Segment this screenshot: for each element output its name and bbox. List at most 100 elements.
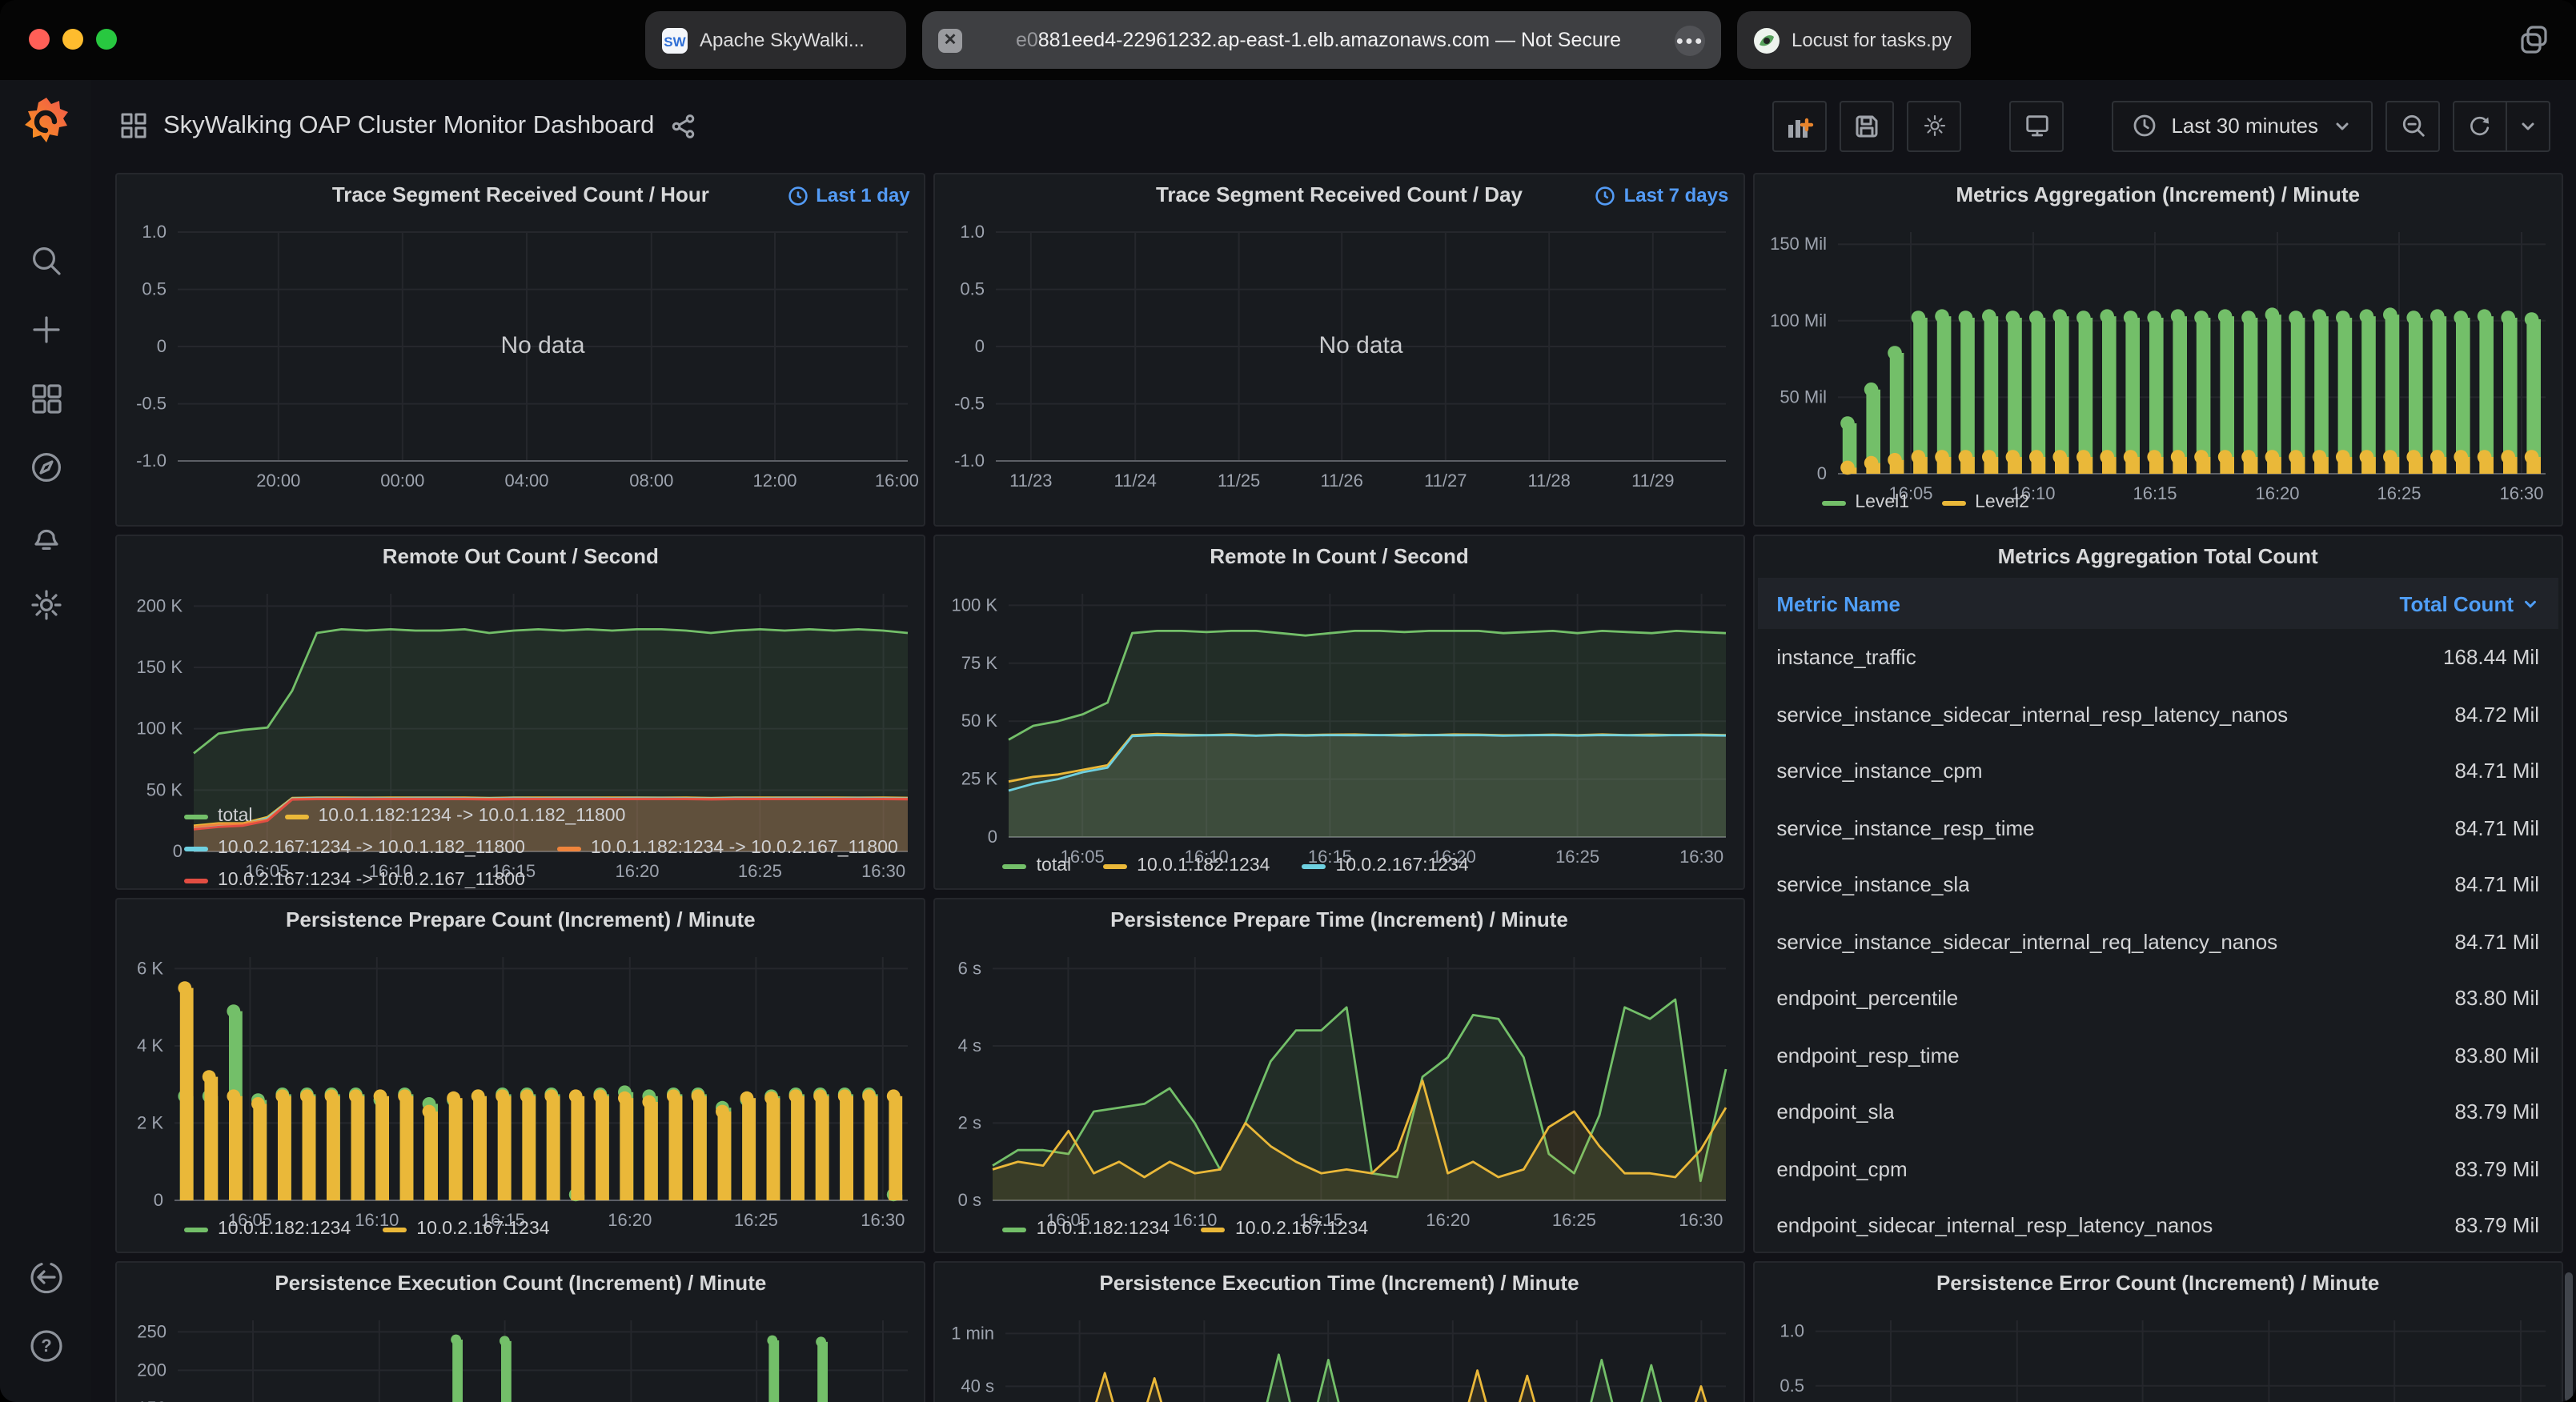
search-icon[interactable] <box>25 240 66 282</box>
configuration-gear-icon[interactable] <box>25 584 66 626</box>
total-count-cell: 84.71 Mil <box>2455 873 2540 897</box>
browser-tab-locust[interactable]: Locust for tasks.py <box>1737 11 1971 69</box>
table-row: instance_traffic168.44 Mil <box>1757 629 2558 686</box>
panel-title[interactable]: Remote Out Count / Second <box>117 536 925 578</box>
legend-color-dash <box>1103 863 1127 868</box>
svg-text:100 Mil: 100 Mil <box>1769 310 1826 330</box>
legend-item[interactable]: 10.0.1.182:1234 -> 10.0.1.182_11800 <box>285 803 626 829</box>
legend-item[interactable]: Level2 <box>1941 490 2029 515</box>
close-tab-icon[interactable]: ✕ <box>938 28 962 52</box>
dashboard-title[interactable]: SkyWalking OAP Cluster Monitor Dashboard <box>163 111 654 140</box>
legend-item[interactable]: 10.0.1.182:1234 <box>1003 1216 1170 1242</box>
fullscreen-window-button[interactable] <box>96 29 117 50</box>
time-override-badge[interactable]: Last 1 day <box>787 174 909 216</box>
page-scrollbar[interactable] <box>2565 1272 2573 1402</box>
browser-tab-skywalking[interactable]: SW Apache SkyWalki... <box>645 11 906 69</box>
svg-text:-1.0: -1.0 <box>136 451 167 471</box>
legend-item[interactable]: 10.0.2.167:1234 <box>383 1216 549 1242</box>
dashboard-settings-gear-icon[interactable] <box>1907 100 1961 151</box>
time-range-picker[interactable]: Last 30 minutes <box>2112 100 2373 151</box>
svg-text:11/29: 11/29 <box>1632 471 1675 491</box>
legend-color-dash <box>184 814 208 819</box>
chart-trace-segment-day[interactable]: 11/2311/2411/2511/2611/2711/2811/291.00.… <box>936 216 1743 525</box>
cycle-view-monitor-icon[interactable] <box>2009 100 2064 151</box>
panel-title[interactable]: Metrics Aggregation (Increment) / Minute <box>1754 174 2562 216</box>
panel-persistence-error-count: Persistence Error Count (Increment) / Mi… <box>1752 1261 2563 1402</box>
panel-trace-segment-hour: Trace Segment Received Count / Hour Last… <box>115 173 926 527</box>
apps-grid-icon[interactable] <box>120 112 147 139</box>
refresh-button[interactable] <box>2454 102 2506 150</box>
close-window-button[interactable] <box>29 29 50 50</box>
panel-persistence-prepare-time: Persistence Prepare Time (Increment) / M… <box>934 898 1745 1253</box>
svg-text:75 K: 75 K <box>961 653 998 673</box>
legend-item[interactable]: 10.0.2.167:1234 <box>1302 853 1468 879</box>
add-panel-button[interactable] <box>1772 100 1827 151</box>
chart-persistence-error-count[interactable]: 16:0516:1016:1516:2016:2516:301.00.50-0.… <box>1754 1304 2562 1402</box>
create-plus-icon[interactable] <box>25 309 66 350</box>
panel-persistence-prepare-count: Persistence Prepare Count (Increment) / … <box>115 898 926 1253</box>
column-header-total-count[interactable]: Total Count <box>2400 591 2540 615</box>
legend-item[interactable]: 10.0.2.167:1234 <box>1202 1216 1368 1242</box>
total-count-cell: 84.71 Mil <box>2455 930 2540 954</box>
chart-persistence-prepare-time[interactable]: 16:0516:1016:1516:2016:2516:300 s2 s4 s6… <box>936 941 1743 1213</box>
svg-text:No data: No data <box>500 332 584 359</box>
panel-title[interactable]: Persistence Execution Count (Increment) … <box>117 1263 925 1304</box>
tab-more-icon[interactable]: ●●● <box>1675 25 1705 55</box>
legend-item[interactable]: 10.0.2.167:1234 -> 10.0.1.182_11800 <box>184 835 525 861</box>
panel-title[interactable]: Persistence Prepare Count (Increment) / … <box>117 899 925 941</box>
svg-text:16:00: 16:00 <box>875 471 919 491</box>
chart-remote-in[interactable]: 16:0516:1016:1516:2016:2516:30025 K50 K7… <box>936 578 1743 850</box>
metric-name-cell: service_instance_cpm <box>1776 759 1982 783</box>
legend-item[interactable]: 10.0.1.182:1234 <box>184 1216 351 1242</box>
svg-text:-0.5: -0.5 <box>955 394 985 414</box>
svg-text:1.0: 1.0 <box>142 222 167 242</box>
panel-title[interactable]: Persistence Prepare Time (Increment) / M… <box>936 899 1743 941</box>
clock-icon <box>787 185 808 206</box>
svg-text:No data: No data <box>1319 332 1403 359</box>
chart-persistence-execution-count[interactable]: 16:0516:1016:1516:2016:2516:302502001501… <box>117 1304 925 1402</box>
tab-overview-icon[interactable] <box>2515 21 2554 59</box>
dashboard-header: SkyWalking OAP Cluster Monitor Dashboard… <box>91 80 2576 171</box>
help-icon[interactable]: ? <box>25 1325 66 1367</box>
legend-item[interactable]: Level1 <box>1821 490 1909 515</box>
svg-text:0: 0 <box>988 827 997 847</box>
share-icon[interactable] <box>670 113 696 138</box>
panel-title[interactable]: Remote In Count / Second <box>936 536 1743 578</box>
dashboards-icon[interactable] <box>25 378 66 419</box>
panel-remote-out: Remote Out Count / Second 16:0516:1016:1… <box>115 535 926 890</box>
sign-in-icon[interactable] <box>25 1256 66 1298</box>
sort-chevron-down-icon <box>2522 595 2539 612</box>
chart-remote-out[interactable]: 16:0516:1016:1516:2016:2516:30050 K100 K… <box>117 578 925 800</box>
chart-persistence-execution-time[interactable]: 16:0516:1016:1516:2016:2516:301 min40 s2… <box>936 1304 1743 1402</box>
save-dashboard-button[interactable] <box>1840 100 1894 151</box>
legend-item[interactable]: 10.0.1.182:1234 -> 10.0.2.167_11800 <box>557 835 898 861</box>
alerting-bell-icon[interactable] <box>25 515 66 557</box>
grafana-logo[interactable] <box>17 93 74 150</box>
metric-name-cell: endpoint_cpm <box>1776 1157 1907 1181</box>
chevron-down-icon <box>2333 116 2352 135</box>
panel-metrics-aggregation: Metrics Aggregation (Increment) / Minute… <box>1752 173 2563 527</box>
panel-title[interactable]: Persistence Execution Time (Increment) /… <box>936 1263 1743 1304</box>
refresh-interval-dropdown[interactable] <box>2506 102 2549 150</box>
legend-item[interactable]: 10.0.1.182:1234 <box>1103 853 1270 879</box>
browser-tab-active[interactable]: ✕ e0881eed4-22961232.ap-east-1.elb.amazo… <box>922 11 1721 69</box>
svg-text:1 min: 1 min <box>952 1323 995 1343</box>
legend-color-dash <box>285 814 309 819</box>
panel-title[interactable]: Metrics Aggregation Total Count <box>1754 536 2562 578</box>
explore-compass-icon[interactable] <box>25 447 66 488</box>
zoom-out-button[interactable] <box>2385 100 2440 151</box>
legend-item[interactable]: total <box>184 803 253 829</box>
chart-metrics-aggregation[interactable]: 16:0516:1016:1516:2016:2516:30050 Mil100… <box>1754 216 2562 487</box>
chart-trace-segment-hour[interactable]: 20:0000:0004:0008:0012:0016:001.00.50-0.… <box>117 216 925 525</box>
column-header-metric-name[interactable]: Metric Name <box>1776 591 1900 615</box>
minimize-window-button[interactable] <box>62 29 83 50</box>
legend-color-dash <box>1821 500 1845 505</box>
table-row: endpoint_sla83.79 Mil <box>1757 1084 2558 1140</box>
svg-text:150 K: 150 K <box>137 657 183 677</box>
time-override-badge[interactable]: Last 7 days <box>1595 174 1729 216</box>
window-controls <box>29 29 117 50</box>
panel-title[interactable]: Persistence Error Count (Increment) / Mi… <box>1754 1263 2562 1304</box>
legend-item[interactable]: 10.0.2.167:1234 -> 10.0.2.167_11800 <box>184 867 525 890</box>
legend-item[interactable]: total <box>1003 853 1072 879</box>
chart-persistence-prepare-count[interactable]: 16:0516:1016:1516:2016:2516:3002 K4 K6 K <box>117 941 925 1213</box>
